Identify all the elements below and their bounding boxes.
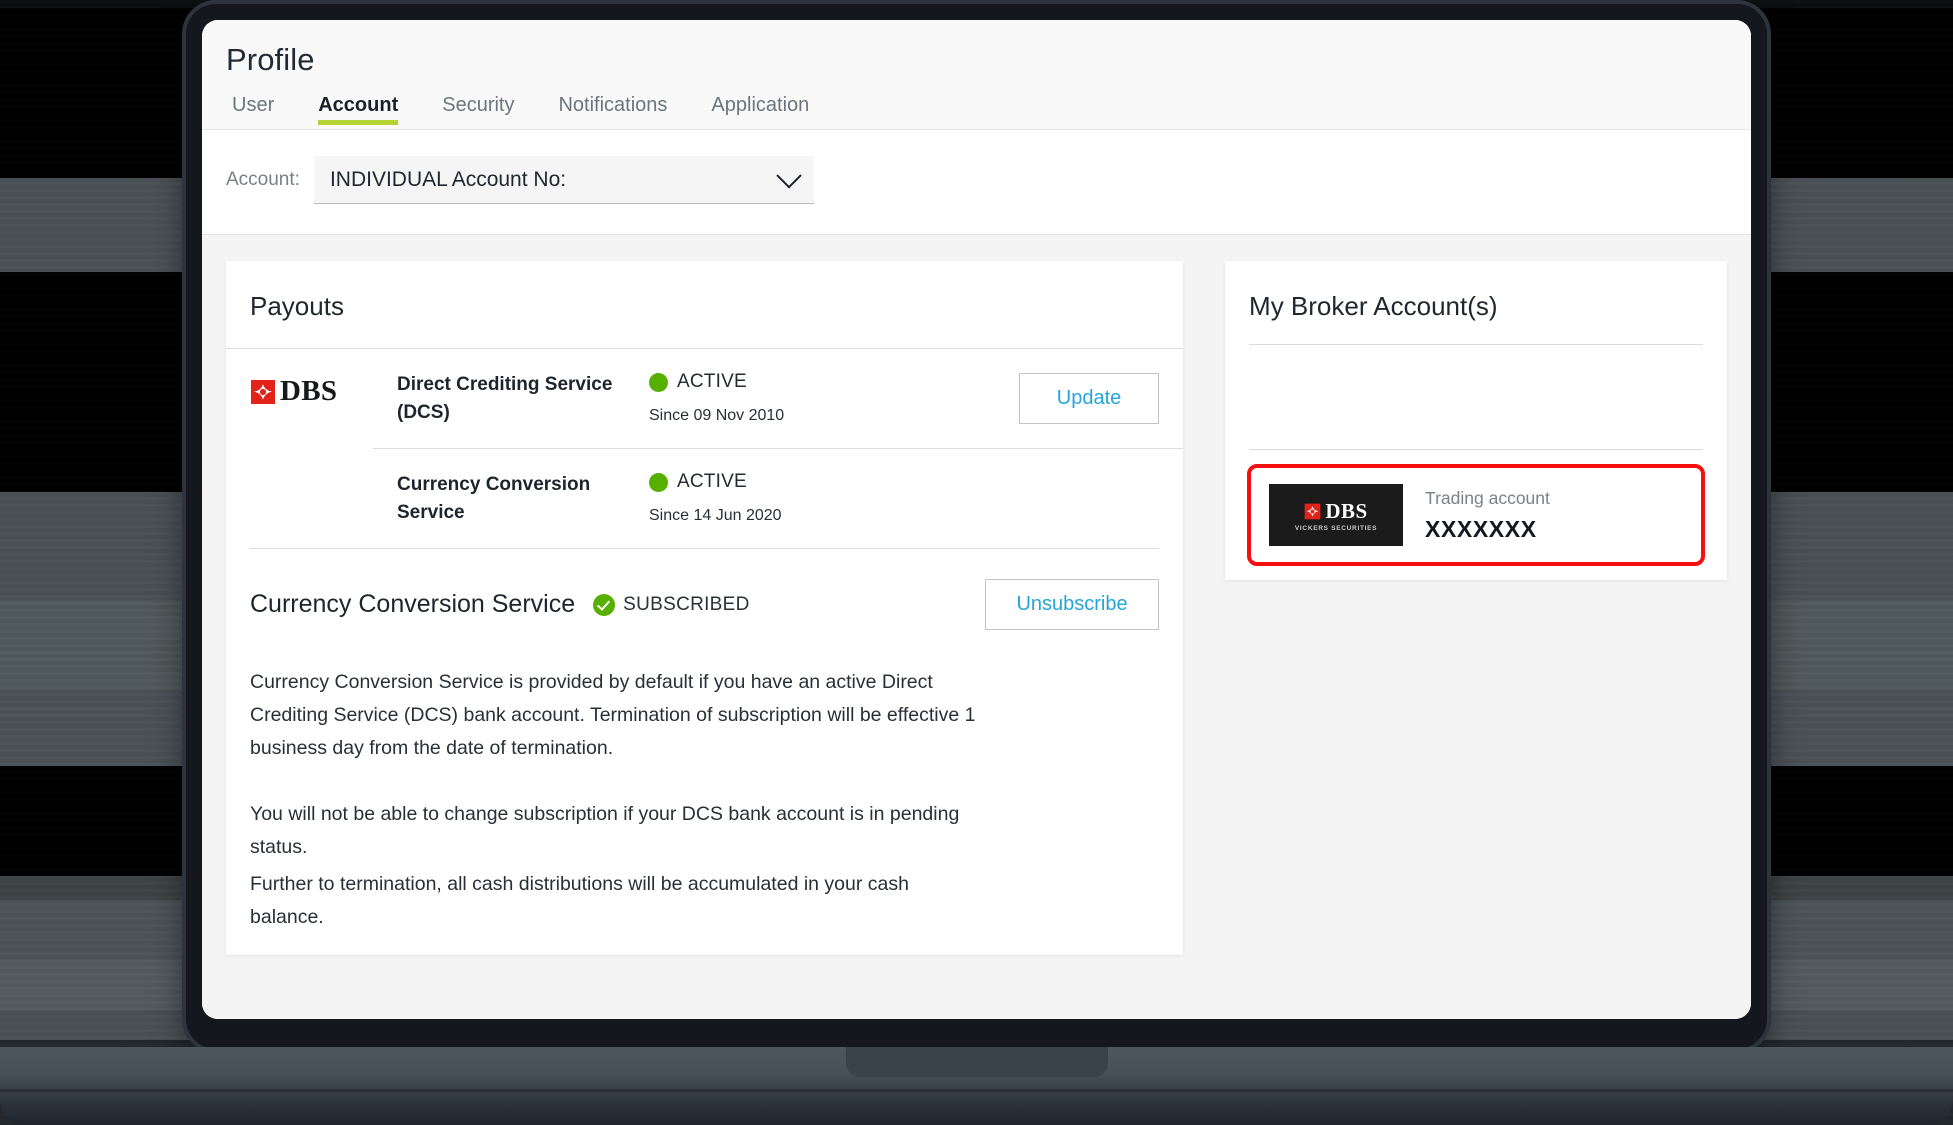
tab-account[interactable]: Account	[296, 94, 420, 129]
broker-divider-bottom	[1249, 449, 1703, 450]
status-dot-icon	[649, 372, 668, 392]
trading-account-item[interactable]: DBS VICKERS SECURITIES Trading account X…	[1247, 464, 1705, 566]
payout-status-cell: ACTIVE Since 14 Jun 2020	[645, 471, 999, 525]
app-header: Profile User Account Security Notificati…	[202, 20, 1751, 130]
payout-status-text: ACTIVE	[677, 471, 747, 493]
broker-empty-area	[1225, 345, 1727, 449]
account-selector-strip: Account: INDIVIDUAL Account No:	[202, 130, 1751, 235]
tab-notifications[interactable]: Notifications	[536, 94, 689, 129]
dbs-star-icon	[1305, 503, 1321, 519]
page-title: Profile	[226, 42, 315, 77]
dbs-bank-logo: DBS	[250, 371, 397, 410]
ccs-title: Currency Conversion Service	[250, 590, 576, 619]
broker-accounts-card: My Broker Account(s) DBS VICKERS SECURIT…	[1225, 261, 1727, 580]
laptop-frame: Profile User Account Security Notificati…	[186, 4, 1767, 1049]
payout-row-dcs: DBS Direct Crediting Service (DCS) ACTIV…	[226, 348, 1184, 448]
tab-application[interactable]: Application	[689, 94, 831, 129]
dbs-vickers-wordmark: DBS	[1325, 498, 1368, 523]
payouts-title: Payouts	[250, 291, 344, 321]
chevron-down-icon	[776, 162, 802, 188]
broker-title: My Broker Account(s)	[1249, 291, 1498, 321]
ccs-paragraph-2: You will not be able to change subscript…	[250, 803, 960, 859]
content-area: Payouts DBS Direct Crediting Service (DC…	[202, 235, 1751, 1019]
app-window: Profile User Account Security Notificati…	[202, 20, 1751, 1019]
laptop-base	[0, 1047, 1953, 1125]
payout-since-text: Since 09 Nov 2010	[649, 407, 785, 424]
trading-account-label: Trading account	[1425, 487, 1550, 508]
ccs-paragraph-3: Further to termination, all cash distrib…	[250, 872, 909, 928]
tab-security[interactable]: Security	[420, 94, 536, 129]
unsubscribe-button[interactable]: Unsubscribe	[985, 579, 1160, 631]
tab-bar: User Account Security Notifications Appl…	[202, 94, 1751, 130]
payout-status-text: ACTIVE	[677, 371, 747, 392]
dbs-vickers-logo: DBS VICKERS SECURITIES	[1269, 484, 1404, 546]
currency-conversion-section: Currency Conversion Service SUBSCRIBED U…	[250, 548, 1160, 933]
ccs-header: Currency Conversion Service SUBSCRIBED U…	[250, 579, 1160, 631]
payout-since-text: Since 14 Jun 2020	[649, 507, 782, 525]
subscribed-label: SUBSCRIBED	[623, 593, 750, 615]
account-select-value: INDIVIDUAL Account No:	[329, 167, 567, 191]
status-badge: SUBSCRIBED	[593, 593, 750, 616]
payouts-card: Payouts DBS Direct Crediting Service (DC…	[226, 261, 1184, 956]
dbs-star-icon	[251, 379, 275, 404]
trading-account-number: XXXXXXX	[1425, 515, 1537, 542]
payout-status-cell: ACTIVE Since 09 Nov 2010	[645, 371, 999, 425]
update-button[interactable]: Update	[1019, 373, 1160, 424]
payout-service-name: Currency Conversion Service	[397, 474, 591, 523]
check-circle-icon	[593, 593, 616, 616]
dbs-wordmark: DBS	[280, 375, 338, 407]
payout-row-ccs: Currency Conversion Service ACTIVE Since…	[373, 448, 1184, 548]
trading-account-details: Trading account XXXXXXX	[1425, 488, 1550, 543]
laptop-screen: Profile User Account Security Notificati…	[202, 20, 1751, 1019]
payout-action-cell	[999, 471, 1159, 473]
payout-action-cell: Update	[999, 371, 1160, 424]
ccs-paragraph-1: Currency Conversion Service is provided …	[250, 671, 976, 759]
payout-service-name: Direct Crediting Service (DCS)	[397, 374, 613, 423]
account-selector-label: Account:	[226, 169, 300, 190]
tab-user[interactable]: User	[232, 94, 296, 129]
dbs-vickers-subtitle: VICKERS SECURITIES	[1294, 524, 1378, 532]
status-dot-icon	[649, 472, 668, 492]
account-select-dropdown[interactable]: INDIVIDUAL Account No:	[313, 156, 814, 204]
